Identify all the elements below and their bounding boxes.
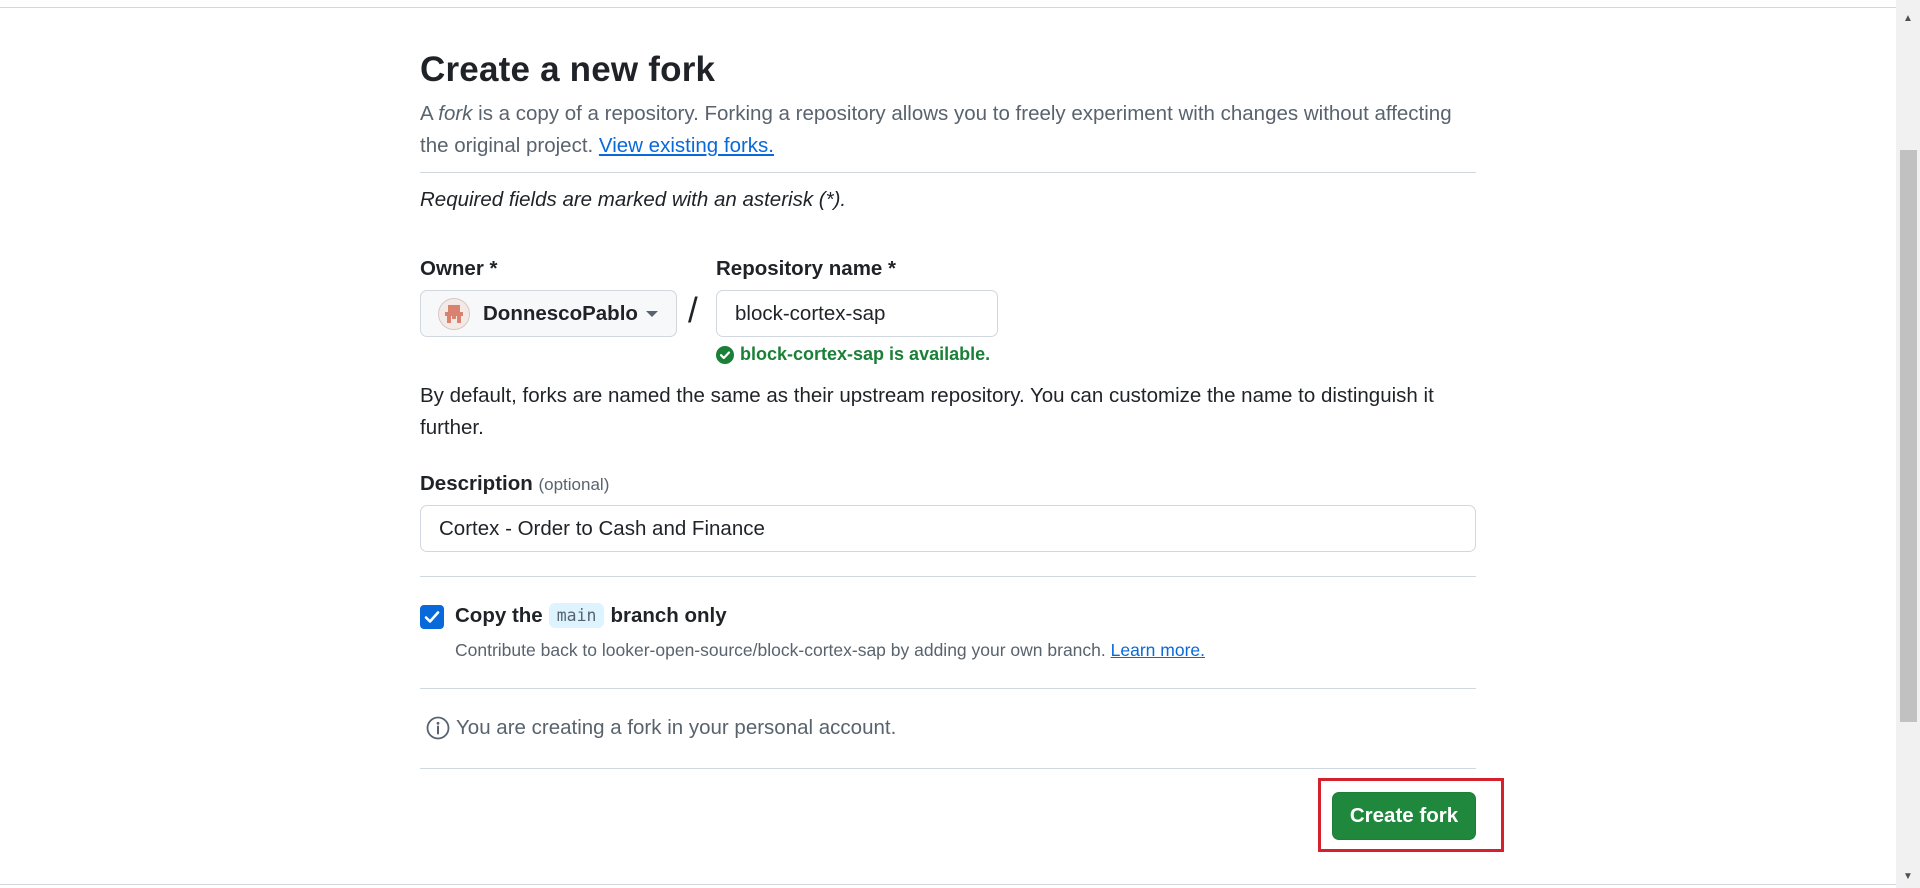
learn-more-link[interactable]: Learn more. xyxy=(1111,640,1205,660)
page-title: Create a new fork xyxy=(420,50,716,89)
bottom-divider xyxy=(0,884,1896,885)
scroll-thumb[interactable] xyxy=(1900,150,1917,722)
owner-label: Owner * xyxy=(420,257,498,280)
owner-name: DonnescoPablo xyxy=(483,301,638,325)
availability-text: block-cortex-sap is available. xyxy=(740,344,991,364)
intro-prefix: A xyxy=(420,102,439,125)
intro-fork-word: fork xyxy=(438,102,473,125)
info-note: You are creating a fork in your personal… xyxy=(426,716,896,740)
checkmark-icon xyxy=(424,611,440,623)
owner-dropdown[interactable]: DonnescoPablo xyxy=(420,290,677,337)
repository-name-label: Repository name * xyxy=(716,257,896,280)
intro-text: A fork is a copy of a repository. Forkin… xyxy=(420,98,1476,162)
view-existing-forks-link[interactable]: View existing forks. xyxy=(599,134,774,157)
top-divider xyxy=(0,7,1896,8)
copy-branch-help-text: Contribute back to looker-open-source/bl… xyxy=(455,640,1106,660)
copy-branch-help: Contribute back to looker-open-source/bl… xyxy=(455,640,1205,661)
info-icon xyxy=(426,716,450,740)
description-label-text: Description xyxy=(420,472,533,495)
divider xyxy=(420,768,1476,769)
check-circle-icon xyxy=(716,345,734,364)
repository-name-input[interactable] xyxy=(716,290,998,337)
scroll-down-icon[interactable]: ▼ xyxy=(1896,868,1920,886)
avatar xyxy=(438,297,470,330)
branch-name-code: main xyxy=(548,603,605,628)
description-label: Description (optional) xyxy=(420,472,609,496)
chevron-down-icon xyxy=(646,311,658,317)
divider xyxy=(420,576,1476,577)
optional-label: (optional) xyxy=(538,475,610,494)
info-text: You are creating a fork in your personal… xyxy=(456,716,897,739)
owner-repo-separator: / xyxy=(688,291,698,330)
copy-branch-label[interactable]: Copy the main branch only xyxy=(455,603,727,628)
scroll-up-icon[interactable]: ▲ xyxy=(1896,10,1920,28)
copy-branch-prefix: Copy the xyxy=(455,603,543,627)
required-fields-note: Required fields are marked with an aster… xyxy=(420,188,847,211)
availability-status: block-cortex-sap is available. xyxy=(716,344,990,365)
avatar-icon xyxy=(445,304,463,323)
divider xyxy=(420,688,1476,689)
create-fork-button[interactable]: Create fork xyxy=(1332,792,1476,840)
copy-branch-suffix: branch only xyxy=(610,603,727,627)
default-name-note: By default, forks are named the same as … xyxy=(420,384,1434,439)
intro-rest: is a copy of a repository. Forking a rep… xyxy=(420,102,1452,157)
divider xyxy=(420,172,1476,173)
copy-main-branch-checkbox[interactable] xyxy=(420,605,444,629)
description-input[interactable] xyxy=(420,505,1476,552)
scrollbar[interactable]: ▲ ▼ xyxy=(1896,0,1920,888)
